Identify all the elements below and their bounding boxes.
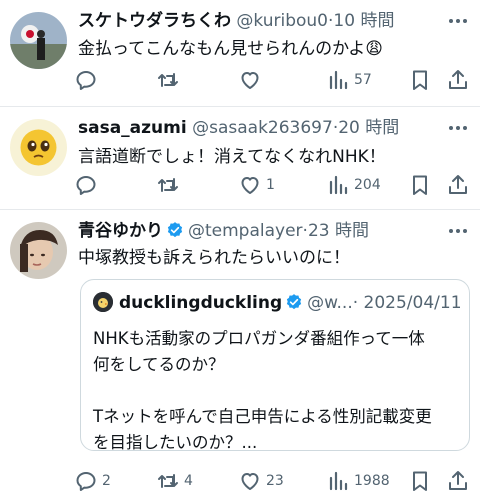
more-options-icon[interactable] <box>446 220 470 242</box>
reply-icon <box>76 472 96 491</box>
bookmark-icon <box>413 175 427 195</box>
repost-icon <box>158 73 178 87</box>
more-options-icon[interactable] <box>446 117 470 139</box>
like-button[interactable]: 1 <box>238 172 275 198</box>
like-button[interactable]: 23 <box>238 468 284 494</box>
post-2[interactable]: sasa_azumi @sasaak263697·20 時間 言語道断でしょ！消… <box>0 107 480 209</box>
views-button[interactable]: 204 <box>326 172 381 198</box>
reply-button[interactable] <box>74 67 102 93</box>
post-1[interactable]: スケトウダラちくわ @kuribou0·10 時間 金払ってこんなもん見せられん… <box>0 0 480 106</box>
views-button[interactable]: 57 <box>326 67 372 93</box>
share-icon <box>449 70 467 89</box>
quoted-avatar <box>93 292 113 312</box>
bookmark-button[interactable] <box>408 468 432 494</box>
views-icon <box>329 175 348 195</box>
reply-icon <box>76 71 96 90</box>
heart-icon <box>241 473 259 490</box>
quoted-user-handle: @w... <box>307 293 353 313</box>
share-icon <box>449 175 467 194</box>
action-bar: 57 <box>74 67 470 93</box>
action-bar: 1 204 <box>74 172 470 198</box>
repost-count: 4 <box>184 473 193 489</box>
heart-icon <box>241 177 259 194</box>
verified-badge-icon <box>287 294 302 310</box>
user-handle[interactable]: @kuribou0 <box>236 11 328 31</box>
bookmark-icon <box>413 471 427 491</box>
post-text: 金払ってこんなもん見せられんのかよ😩 <box>78 39 384 59</box>
share-button[interactable] <box>446 172 470 198</box>
quoted-display-name: ducklingduckling <box>119 293 283 313</box>
more-options-icon[interactable] <box>446 10 470 32</box>
share-button[interactable] <box>446 67 470 93</box>
bookmark-button[interactable] <box>408 172 432 198</box>
reply-button[interactable] <box>74 172 102 198</box>
share-button[interactable] <box>446 468 470 494</box>
user-handle[interactable]: @sasaak263697 <box>192 118 333 138</box>
quoted-post[interactable]: ducklingduckling @w...· 2025/04/11 NHKも活動… <box>80 279 470 452</box>
timestamp[interactable]: 20 時間 <box>338 118 399 138</box>
post-header: スケトウダラちくわ @kuribou0·10 時間 <box>78 10 394 32</box>
reply-icon <box>76 176 96 195</box>
reply-count: 2 <box>102 473 111 489</box>
user-handle[interactable]: @tempalayer <box>188 221 303 241</box>
view-count: 204 <box>354 177 381 193</box>
timestamp[interactable]: 23 時間 <box>308 221 369 241</box>
avatar[interactable] <box>10 222 67 279</box>
separator: · <box>352 293 359 313</box>
repost-button[interactable]: 4 <box>156 468 193 494</box>
share-icon <box>449 471 467 490</box>
like-button[interactable] <box>238 67 266 93</box>
views-icon <box>329 70 348 90</box>
quoted-post-text: NHKも活動家のプロパガンダ番組作って一体 何をしてるのか？ Tネットを呼んで自… <box>93 329 432 452</box>
verified-badge-icon <box>167 222 183 238</box>
display-name[interactable]: 青谷ゆかり <box>78 221 163 241</box>
repost-button[interactable] <box>156 67 184 93</box>
timestamp[interactable]: 10 時間 <box>333 11 394 31</box>
repost-icon <box>158 474 178 488</box>
quoted-date: 2025/04/11 <box>363 293 462 313</box>
view-count: 1988 <box>354 473 390 489</box>
heart-icon <box>241 72 259 89</box>
views-icon <box>329 471 348 491</box>
quoted-post-header: ducklingduckling @w...· 2025/04/11 <box>93 292 462 314</box>
reply-button[interactable]: 2 <box>74 468 111 494</box>
views-button[interactable]: 1988 <box>326 468 390 494</box>
avatar[interactable] <box>10 119 67 176</box>
bookmark-button[interactable] <box>408 67 432 93</box>
like-count: 1 <box>266 177 275 193</box>
avatar[interactable] <box>10 12 67 69</box>
post-text: 言語道断でしょ！消えてなくなれNHK！ <box>78 147 386 167</box>
action-bar: 2 4 23 1988 <box>74 468 470 494</box>
post-header: sasa_azumi @sasaak263697·20 時間 <box>78 117 399 139</box>
view-count: 57 <box>354 72 372 88</box>
display-name[interactable]: スケトウダラちくわ <box>78 11 231 31</box>
display-name[interactable]: sasa_azumi <box>78 118 187 138</box>
repost-icon <box>158 178 178 192</box>
bookmark-icon <box>413 70 427 90</box>
repost-button[interactable] <box>156 172 184 198</box>
post-text: 中塚教授も訴えられたらいいのに！ <box>78 248 350 268</box>
post-header: 青谷ゆかり @tempalayer·23 時間 <box>78 220 369 242</box>
like-count: 23 <box>266 473 284 489</box>
